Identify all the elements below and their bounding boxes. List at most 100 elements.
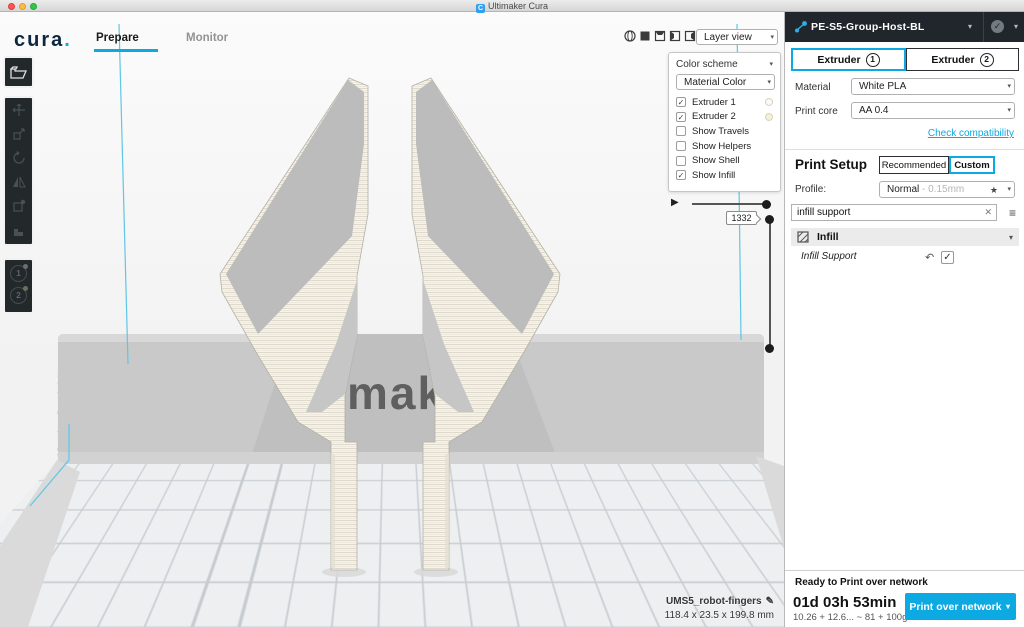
chevron-down-icon: ▾ xyxy=(769,60,773,68)
printer-status-check-icon: ✓ xyxy=(991,20,1004,33)
profile-label: Profile: xyxy=(795,184,826,195)
print-time-estimate: 01d 03h 53min xyxy=(793,594,896,611)
view-front-icon[interactable] xyxy=(639,30,651,42)
chevron-down-icon[interactable]: ▾ xyxy=(1014,22,1018,31)
material-usage-estimate: 10.26 + 12.6... ~ 81 + 100g xyxy=(793,612,907,623)
title-bar: CUltimaker Cura xyxy=(0,0,1024,12)
layer-view-panel: Color scheme▾ Material Color▾ ✓Extruder … xyxy=(668,52,781,192)
color-scheme-item[interactable]: ✓Extruder 2 xyxy=(676,110,773,125)
current-layer-badge: 1332 xyxy=(726,211,757,225)
rail-extruder-2-button[interactable]: 2 xyxy=(10,287,27,304)
scale-tool-icon[interactable] xyxy=(5,122,32,146)
active-tab-underline xyxy=(94,49,158,52)
printer-header[interactable]: PE-S5-Group-Host-BL ▾ ✓ ▾ xyxy=(785,12,1024,42)
color-scheme-item[interactable]: ✓ Extruder 1 xyxy=(676,95,773,110)
window-title: CUltimaker Cura xyxy=(0,0,1024,12)
cura-app-icon: C xyxy=(476,4,485,13)
infill-section-header[interactable]: Infill ▾ xyxy=(791,228,1019,246)
checkbox[interactable]: ✓ xyxy=(676,112,686,122)
checkbox[interactable] xyxy=(676,141,686,151)
layer-slider-track[interactable] xyxy=(769,218,771,350)
chevron-down-icon: ▾ xyxy=(1006,602,1010,611)
open-folder-icon xyxy=(5,58,32,86)
checkbox[interactable] xyxy=(676,156,686,166)
tab-prepare[interactable]: Prepare xyxy=(96,32,139,44)
rotate-tool-icon[interactable] xyxy=(5,146,32,170)
setting-visibility-menu-icon[interactable]: ≡ xyxy=(1009,206,1016,220)
star-icon[interactable]: ★ xyxy=(990,183,998,198)
extruder-1-tab[interactable]: Extruder1 xyxy=(791,48,906,71)
open-file-button[interactable] xyxy=(3,56,34,88)
print-over-network-button[interactable]: Print over network ▾ xyxy=(905,593,1016,620)
profile-dropdown[interactable]: Normal - 0.15mm ★ ▾ xyxy=(879,181,1015,198)
clear-search-icon[interactable]: ✕ xyxy=(984,205,992,220)
checkbox[interactable] xyxy=(676,126,686,136)
custom-button[interactable]: Custom xyxy=(949,156,995,174)
ultimaker-plate-logo: mak xyxy=(331,366,461,420)
printcore-label: Print core xyxy=(795,106,838,117)
reset-setting-icon[interactable]: ↶ xyxy=(925,251,934,264)
color-scheme-item[interactable]: Show Travels xyxy=(676,124,773,139)
view-left-icon[interactable] xyxy=(669,30,681,42)
layer-slider-top-handle[interactable] xyxy=(765,215,774,224)
infill-support-label: Infill Support xyxy=(801,251,857,262)
printcore-dropdown[interactable]: AA 0.4▾ xyxy=(851,102,1015,119)
check-compatibility-link[interactable]: Check compatibility xyxy=(928,128,1014,139)
model-name: UMS5_robot-fingers xyxy=(666,596,762,607)
model-dimensions: 118.4 x 23.5 x 199.8 mm xyxy=(665,610,774,621)
mirror-tool-icon[interactable] xyxy=(5,170,32,194)
checkbox-label: Extruder 1 xyxy=(692,97,765,108)
tab-monitor[interactable]: Monitor xyxy=(186,32,228,44)
recommended-button[interactable]: Recommended xyxy=(879,156,949,174)
chevron-down-icon: ▾ xyxy=(1007,103,1011,118)
infill-icon xyxy=(797,231,809,243)
chevron-down-icon: ▾ xyxy=(1007,182,1011,197)
checkbox-label: Show Shell xyxy=(692,155,773,166)
chevron-down-icon: ▾ xyxy=(968,22,972,31)
printer-back-panel: mak xyxy=(58,334,764,464)
viewport-3d[interactable]: mak xyxy=(0,12,784,627)
checkbox[interactable]: ✓ xyxy=(676,170,686,180)
checkbox-label: Show Helpers xyxy=(692,141,773,152)
cura-logo: cura. xyxy=(14,29,72,52)
view-mode-dropdown[interactable]: Layer view▾ xyxy=(696,29,778,45)
settings-panel: PE-S5-Group-Host-BL ▾ ✓ ▾ Extruder1 Extr… xyxy=(784,12,1024,627)
infill-support-checkbox[interactable]: ✓ xyxy=(941,251,954,264)
material-dropdown[interactable]: White PLA▾ xyxy=(851,78,1015,95)
build-volume-edge-back-left xyxy=(119,24,128,364)
rename-pencil-icon[interactable]: ✎ xyxy=(766,596,774,607)
view-top-icon[interactable] xyxy=(654,30,666,42)
tool-rail xyxy=(3,96,34,246)
print-setup-title: Print Setup xyxy=(795,157,867,172)
color-scheme-item[interactable]: ✓ Show Infill xyxy=(676,168,773,183)
material-label: Material xyxy=(795,82,831,93)
extruder-2-tab[interactable]: Extruder2 xyxy=(906,48,1019,71)
per-model-settings-icon[interactable] xyxy=(5,194,32,218)
checkbox[interactable]: ✓ xyxy=(676,97,686,107)
extruder-select-rail: 1 2 xyxy=(3,258,34,314)
color-scheme-item[interactable]: Show Shell xyxy=(676,153,773,168)
support-blocker-icon[interactable] xyxy=(5,218,32,242)
extruder-tabs: Extruder1 Extruder2 xyxy=(791,48,1019,71)
setting-search-input[interactable]: infill support ✕ xyxy=(791,204,997,221)
view-right-icon[interactable] xyxy=(684,30,696,42)
simulation-slider-handle[interactable] xyxy=(762,200,771,209)
ready-status: Ready to Print over network xyxy=(795,577,928,588)
color-scheme-item[interactable]: Show Helpers xyxy=(676,139,773,154)
chevron-down-icon: ▾ xyxy=(767,75,771,90)
simulation-slider-track[interactable] xyxy=(692,203,768,205)
layer-slider-bottom-handle[interactable] xyxy=(765,344,774,353)
color-scheme-dropdown[interactable]: Material Color▾ xyxy=(676,74,775,90)
simulation-play-button[interactable]: ▶ xyxy=(671,197,679,208)
rail-extruder-1-button[interactable]: 1 xyxy=(10,265,27,282)
move-tool-icon[interactable] xyxy=(5,98,32,122)
view-3d-icon[interactable] xyxy=(624,30,636,42)
color-scheme-label[interactable]: Color scheme▾ xyxy=(676,59,773,70)
color-scheme-list: ✓ Extruder 1 ✓Extruder 2Show Travels Show H… xyxy=(676,95,773,183)
chevron-down-icon: ▾ xyxy=(770,30,774,45)
profile-layer-height: - 0.15mm xyxy=(919,184,964,195)
material-swatch xyxy=(765,113,773,121)
checkbox-label: Show Infill xyxy=(692,170,773,181)
chevron-down-icon: ▾ xyxy=(1009,233,1013,242)
checkbox-label: Show Travels xyxy=(692,126,773,137)
